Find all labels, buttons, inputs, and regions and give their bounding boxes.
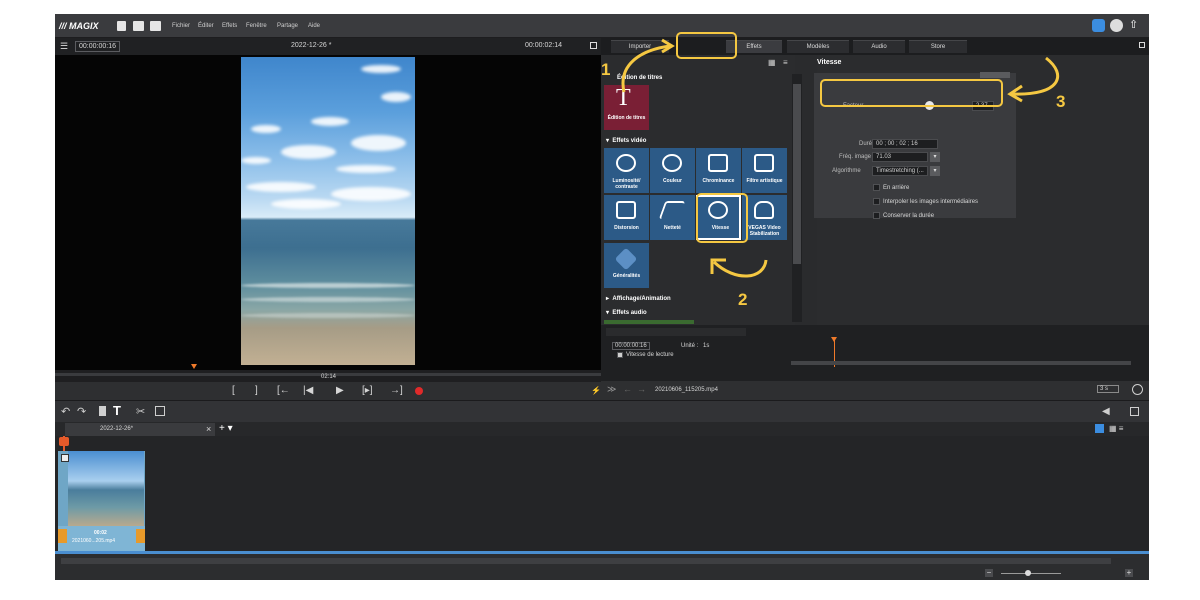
annotation-arrows (621, 38, 1059, 278)
arrow-2 (712, 259, 768, 278)
